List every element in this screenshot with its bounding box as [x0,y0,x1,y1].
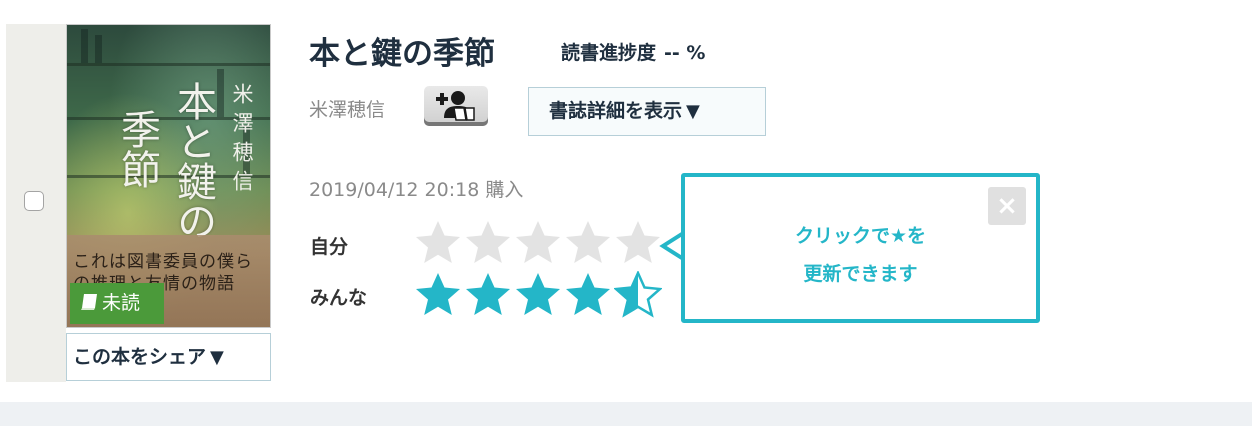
cover-author: 米澤穂信 [230,83,254,199]
empty-star-icon[interactable] [614,219,662,267]
select-book-checkbox[interactable] [24,191,44,211]
empty-star-icon[interactable] [414,219,462,267]
details-button-label: 書誌詳細を表示 [549,100,683,122]
chevron-down-icon: ▼ [210,347,224,368]
popup-line-1: クリックで★を [794,225,927,247]
book-icon [80,285,100,326]
filled-star-icon [614,271,662,318]
book-author[interactable]: 米澤穂信 [309,95,385,122]
unread-status-badge: 未読 [70,283,164,324]
cover-title: 本と鍵の [170,81,216,241]
share-button-label: この本をシェア [73,346,207,368]
purchase-suffix: 購入 [485,179,524,201]
popup-line-2: 更新できます [803,263,918,285]
follow-author-button[interactable] [424,86,488,126]
empty-star-icon[interactable] [564,219,612,267]
close-icon[interactable]: × [988,187,1026,225]
cover-spine [95,35,102,63]
purchase-date: 2019/04/12 20:18 [309,179,480,201]
filled-star-icon [516,273,560,315]
add-user-book-icon [436,91,475,121]
chevron-down-icon: ▼ [686,101,700,122]
my-rating-label: 自分 [310,236,349,258]
book-title[interactable]: 本と鍵の季節 [309,28,495,73]
empty-star-icon[interactable] [514,219,562,267]
cover-spine [217,69,224,117]
progress-value: -- % [664,42,706,64]
purchase-info: 2019/04/12 20:18 購入 [309,175,523,202]
filled-star-icon [566,273,610,315]
everyone-rating-stars [414,271,662,319]
empty-star-icon[interactable] [464,219,512,267]
rating-hint-popup: クリックで★を 更新できます [681,173,1040,323]
filled-star-icon [416,273,460,315]
my-rating-stars[interactable] [414,219,662,267]
share-button[interactable]: この本をシェア ▼ [66,333,271,381]
filled-star-icon [466,273,510,315]
everyone-rating-label: みんな [310,287,368,309]
popup-message: クリックで★を 更新できます [685,217,1036,293]
cover-title: 季節 [114,109,160,189]
progress-label: 読書進捗度 [561,42,657,64]
cover-shelf [67,63,270,66]
reading-progress: 読書進捗度 -- % [561,38,705,65]
list-separator [0,402,1252,426]
unread-label: 未読 [102,292,141,314]
show-details-button[interactable]: 書誌詳細を表示 ▼ [528,87,766,136]
cover-spine [81,29,88,63]
